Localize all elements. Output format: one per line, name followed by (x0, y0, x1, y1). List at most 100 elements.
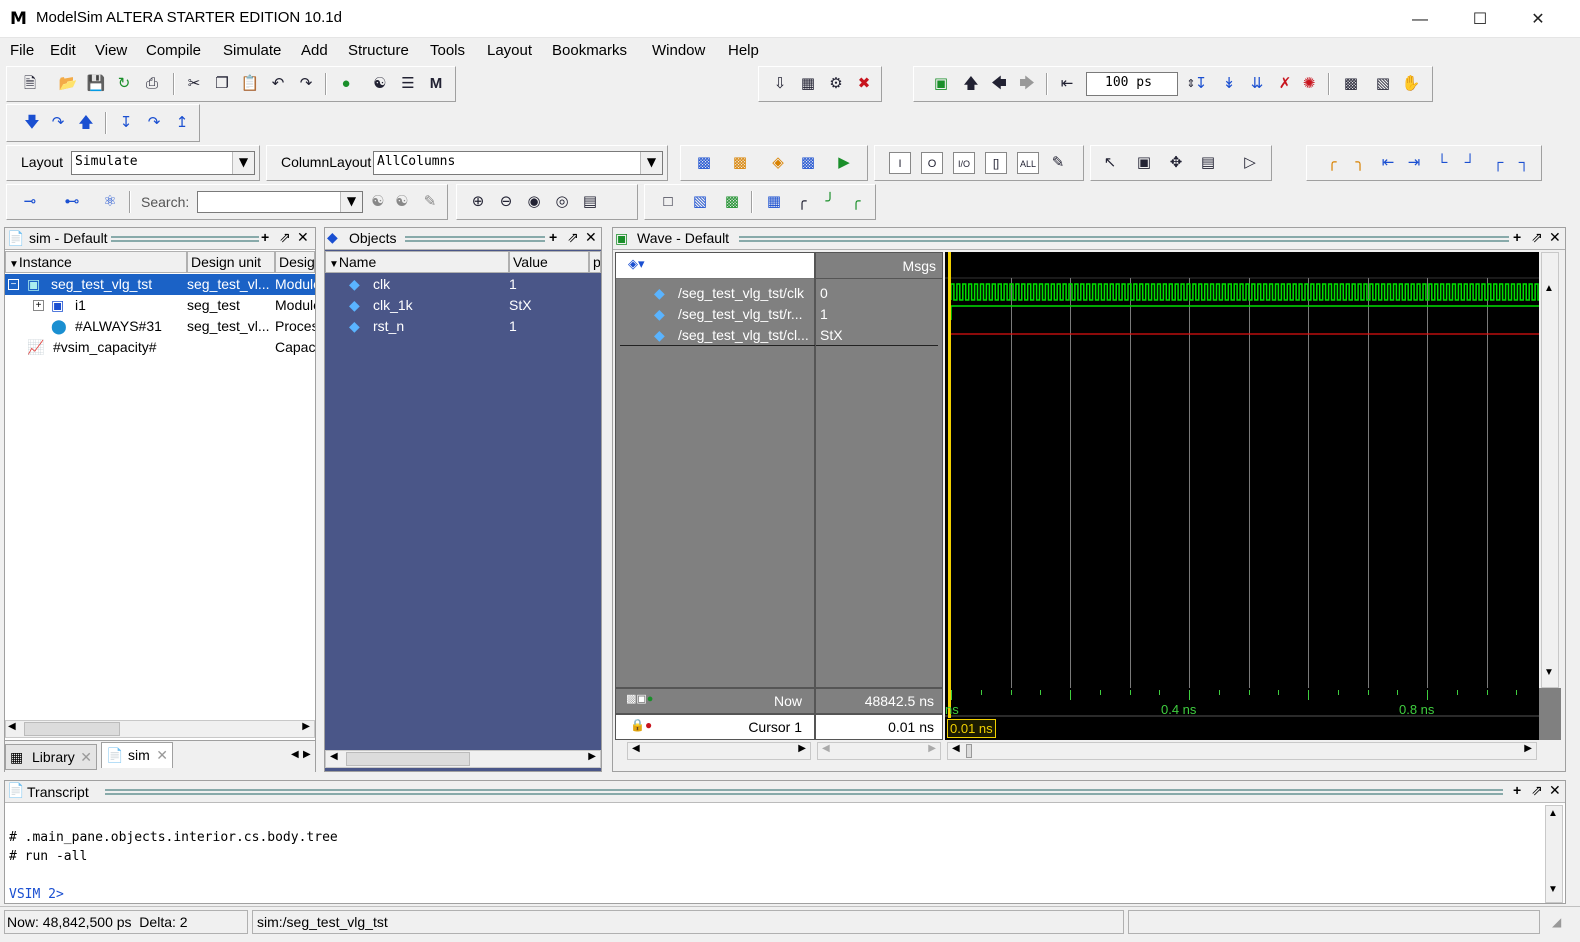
search-binoculars-icon[interactable]: ☯ (367, 191, 389, 213)
close-pane-icon[interactable]: ✕ (1549, 782, 1561, 799)
collapse-icon[interactable]: ⊷ (61, 191, 83, 213)
stop-icon[interactable]: ✺ (1298, 73, 1320, 95)
new-file-icon[interactable]: 🗎 (19, 73, 41, 95)
step-into-icon[interactable]: 🡇 (21, 112, 43, 134)
menu-add[interactable]: Add (301, 42, 328, 59)
edge-fall-icon[interactable]: ╯ (819, 191, 841, 213)
search-next-icon[interactable]: ☯ (391, 191, 413, 213)
zoom-full-icon[interactable]: ◉ (523, 191, 545, 213)
tree-row[interactable]: − ▣ seg_test_vlg_tst seg_test_vl... Modu… (5, 274, 315, 295)
redo-icon[interactable]: ↷ (295, 73, 317, 95)
step-into-current-icon[interactable]: ↧ (115, 112, 137, 134)
copy-icon[interactable]: ❐ (211, 73, 233, 95)
step-out-icon[interactable]: 🡅 (75, 112, 97, 134)
cursor-label-cell[interactable]: 🔒● Cursor 1 (615, 714, 815, 740)
add-wave-icon[interactable]: ▩ (693, 152, 715, 174)
radix-in-icon[interactable]: I (889, 152, 911, 174)
undock-icon[interactable]: ⇗ (279, 229, 291, 246)
search-clear-icon[interactable]: ✎ (419, 191, 441, 213)
open-folder-icon[interactable]: 📂 (57, 73, 79, 95)
cursor-tag[interactable]: 0.01 ns (947, 719, 996, 738)
menu-bookmarks[interactable]: Bookmarks (552, 42, 627, 59)
column-layout-select[interactable]: AllColumns ▼ (373, 151, 663, 175)
reload-icon[interactable]: ↻ (113, 73, 135, 95)
memory-icon[interactable]: ▧ (1372, 73, 1394, 95)
add-dataflow-icon[interactable]: ◈ (767, 152, 789, 174)
menu-structure[interactable]: Structure (348, 42, 409, 59)
undo-icon[interactable]: ↶ (267, 73, 289, 95)
column-design-type[interactable]: Design (275, 251, 315, 273)
object-row[interactable]: ◆ clk_1k StX (325, 295, 601, 316)
compile-icon[interactable]: ⇩ (769, 73, 791, 95)
names-hscrollbar[interactable]: ◀ ▶ (627, 742, 811, 760)
wave-signal-row[interactable]: ◆ /seg_test_vlg_tst/r... (628, 304, 814, 325)
dock-icon[interactable]: + (1513, 229, 1521, 245)
paste-icon[interactable]: 📋 (239, 73, 261, 95)
format-event-icon[interactable]: ▦ (763, 191, 785, 213)
zoom-area-icon[interactable]: ▤ (579, 191, 601, 213)
close-tab-icon[interactable]: ✕ (80, 745, 92, 769)
menu-help[interactable]: Help (728, 42, 759, 59)
undock-icon[interactable]: ⇗ (1531, 782, 1543, 799)
zoom-out-icon[interactable]: ⊖ (495, 191, 517, 213)
filter-icon[interactable]: ✎ (1047, 152, 1069, 174)
add-log-icon[interactable]: ▶ (833, 152, 855, 174)
format-analog-icon[interactable]: ▩ (721, 191, 743, 213)
prev-falling-icon[interactable]: ┌ (1487, 152, 1509, 174)
column-kind[interactable]: p (589, 251, 601, 273)
close-button[interactable]: ✕ (1518, 8, 1558, 32)
scroll-left-icon[interactable]: ◀ (330, 751, 338, 762)
scroll-left-icon[interactable]: ◀ (632, 743, 640, 754)
find-binoculars-icon[interactable]: ☯ (369, 73, 391, 95)
column-value[interactable]: Value (509, 251, 589, 273)
menu-window[interactable]: Window (652, 42, 705, 59)
transcript-vscrollbar[interactable]: ▲ ▼ (1545, 805, 1563, 903)
vsim-prompt[interactable]: VSIM 2> (9, 885, 338, 904)
radix-out-icon[interactable]: O (921, 152, 943, 174)
zoom-cursor-icon[interactable]: ◎ (551, 191, 573, 213)
scroll-right-icon[interactable]: ▶ (1524, 743, 1532, 754)
next-edge-icon[interactable]: ⇥ (1403, 152, 1425, 174)
cut-icon[interactable]: ✂ (183, 73, 205, 95)
add-circle-icon[interactable]: ● (335, 73, 357, 95)
format-literal-icon[interactable]: □ (657, 191, 679, 213)
scroll-left-icon[interactable]: ◀ (8, 721, 16, 732)
play-icon[interactable]: ▷ (1239, 152, 1261, 174)
performance-icon[interactable]: ▩ (1340, 73, 1362, 95)
dock-icon[interactable]: + (549, 229, 557, 245)
undock-icon[interactable]: ⇗ (567, 229, 579, 246)
continue-run-icon[interactable]: ↡ (1218, 73, 1240, 95)
pane-grip[interactable] (105, 789, 1503, 795)
layout-select[interactable]: Simulate ▼ (71, 151, 255, 175)
close-pane-icon[interactable]: ✕ (1549, 229, 1561, 246)
tree-row[interactable]: 📈 #vsim_capacity# Capacity (5, 337, 315, 358)
format-logic-icon[interactable]: ▧ (689, 191, 711, 213)
tree-row[interactable]: + ▣ i1 seg_test Module (5, 295, 315, 316)
scroll-thumb[interactable] (346, 752, 470, 766)
zoom-mode-icon[interactable]: ▣ (1133, 152, 1155, 174)
zoom-in-icon[interactable]: ⊕ (467, 191, 489, 213)
menu-edit[interactable]: Edit (50, 42, 76, 59)
timeline[interactable]: ns 0.4 ns 0.8 ns 0.01 ns (945, 688, 1539, 740)
right-arrow-icon[interactable]: 🡆 (1016, 73, 1038, 95)
wave-canvas[interactable] (945, 252, 1539, 688)
scroll-thumb[interactable] (24, 722, 120, 736)
menu-simulate[interactable]: Simulate (223, 42, 281, 59)
column-design-unit[interactable]: Design unit (187, 251, 275, 273)
tree-row[interactable]: ⬤ #ALWAYS#31 seg_test_vl... Process (5, 316, 315, 337)
close-pane-icon[interactable]: ✕ (297, 229, 309, 246)
minimize-button[interactable]: — (1400, 8, 1440, 32)
prev-edge-icon[interactable]: ⇤ (1377, 152, 1399, 174)
expand-all-icon[interactable]: ⚛ (99, 191, 121, 213)
scroll-left-icon[interactable]: ◀ (952, 743, 960, 754)
save-icon[interactable]: 💾 (85, 73, 107, 95)
object-row[interactable]: ◆ rst_n 1 (325, 316, 601, 337)
pan-mode-icon[interactable]: ✥ (1165, 152, 1187, 174)
select-mode-icon[interactable]: ↖ (1099, 152, 1121, 174)
expand-icon[interactable]: + (33, 300, 44, 311)
step-over-icon[interactable]: ↷ (47, 112, 69, 134)
simulate-icon[interactable]: ⚙ (825, 73, 847, 95)
scroll-right-icon[interactable]: ▶ (588, 751, 596, 762)
radix-inout-icon[interactable]: I/O (953, 152, 975, 174)
expand-icon[interactable]: ⊸ (19, 191, 41, 213)
